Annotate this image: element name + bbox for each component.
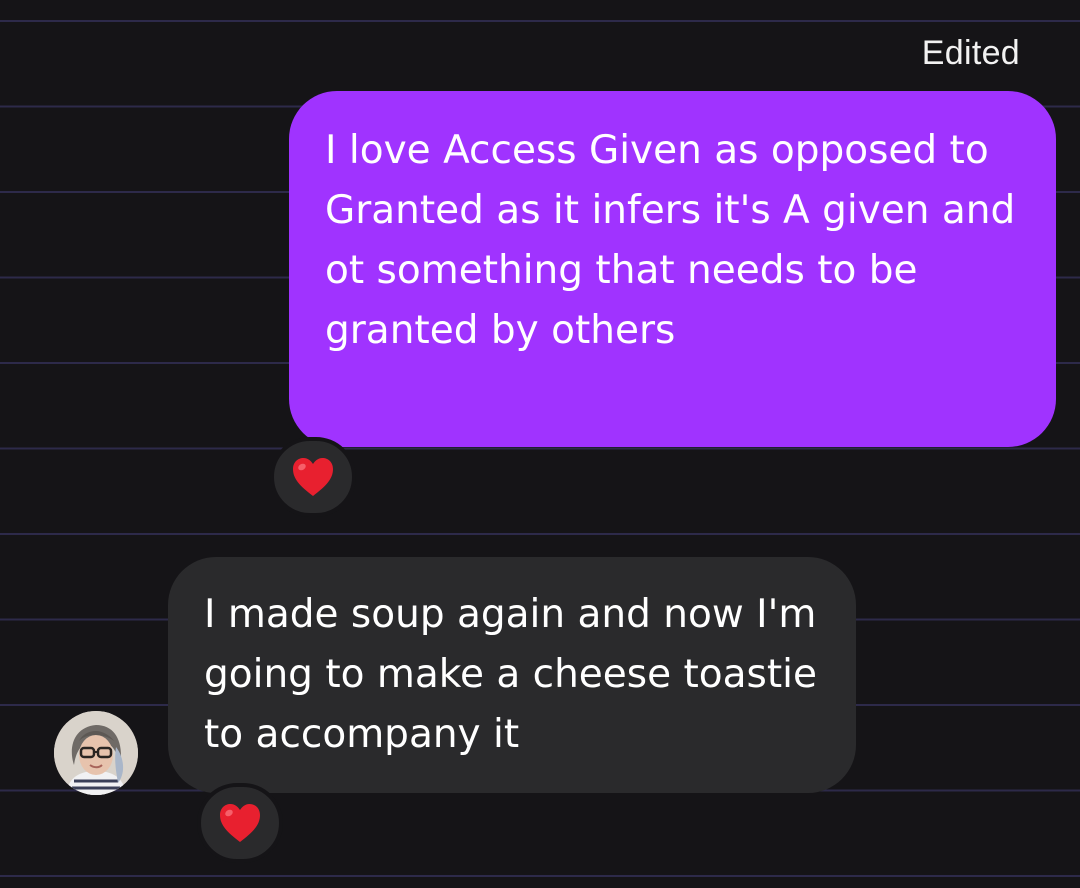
- avatar-photo: [54, 711, 138, 795]
- received-message-reaction[interactable]: [197, 783, 283, 863]
- sent-message-reaction[interactable]: [270, 437, 356, 517]
- sender-avatar[interactable]: [54, 711, 138, 795]
- edited-label: Edited: [921, 34, 1020, 72]
- received-message-bubble[interactable]: I made soup again and now I'm going to m…: [168, 557, 856, 793]
- sent-message-bubble[interactable]: I love Access Given as opposed to Grante…: [289, 91, 1056, 447]
- red-heart-icon: [220, 804, 260, 842]
- red-heart-icon: [293, 458, 333, 496]
